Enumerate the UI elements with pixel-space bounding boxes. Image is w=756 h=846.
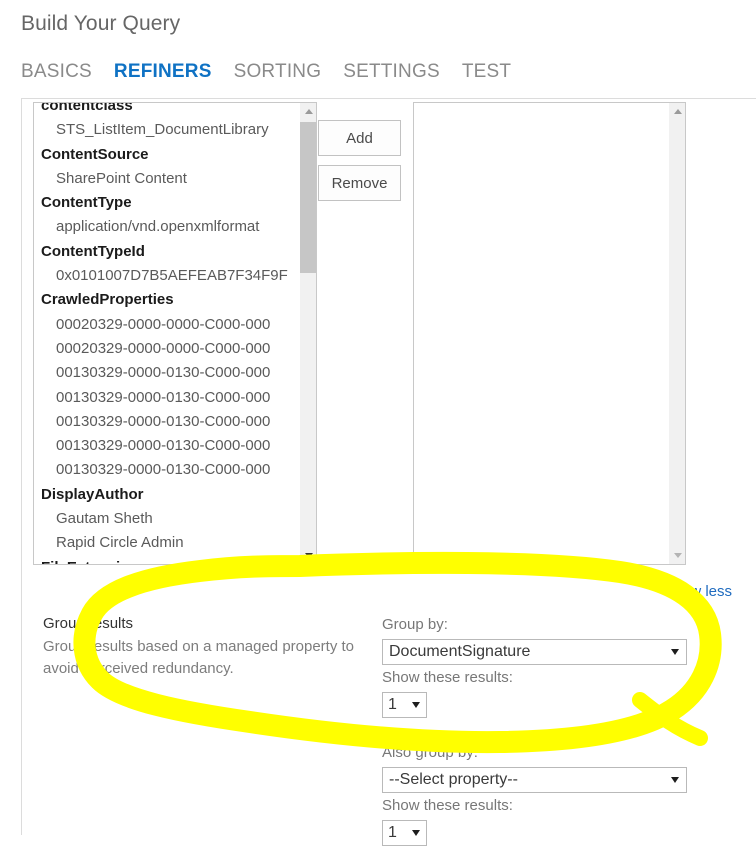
list-item[interactable]: ContentSource bbox=[34, 143, 299, 167]
list-item[interactable]: 00130329-0000-0130-C000-000 bbox=[34, 458, 299, 482]
selected-refiners-scrollport bbox=[414, 103, 668, 564]
list-item[interactable]: 00130329-0000-0130-C000-000 bbox=[34, 361, 299, 385]
list-item[interactable]: 0x0101007D7B5AEFEAB7F34F9F bbox=[34, 264, 299, 288]
list-item[interactable]: Gautam Sheth bbox=[34, 507, 299, 531]
selected-refiners-scrollbar[interactable] bbox=[668, 103, 685, 564]
group-results-description: Group results based on a managed propert… bbox=[43, 638, 355, 677]
scroll-down-arrow-icon[interactable] bbox=[300, 547, 316, 564]
show-results-select-value-secondary: 1 bbox=[388, 824, 397, 841]
list-item[interactable]: 00020329-0000-0000-C000-000 bbox=[34, 313, 299, 337]
tab-refiners[interactable]: REFINERS bbox=[114, 62, 212, 81]
list-item[interactable]: ContentType bbox=[34, 191, 299, 215]
available-refiners-scrollport: contentclass STS_ListItem_DocumentLibrary… bbox=[34, 103, 299, 564]
list-item[interactable]: CrawledProperties bbox=[34, 288, 299, 312]
primary-group-by-controls: Group by: DocumentSignature Show these r… bbox=[382, 615, 687, 718]
scroll-down-arrow-icon[interactable] bbox=[669, 547, 685, 564]
scroll-up-arrow-icon[interactable] bbox=[300, 103, 316, 120]
show-results-select[interactable]: 1 bbox=[382, 692, 427, 718]
show-results-select-value: 1 bbox=[388, 696, 397, 713]
group-by-label: Group by: bbox=[382, 616, 448, 633]
chevron-down-icon bbox=[671, 649, 679, 655]
tab-settings[interactable]: SETTINGS bbox=[343, 62, 440, 81]
chevron-down-icon bbox=[412, 702, 420, 708]
list-item[interactable]: 00130329-0000-0130-C000-000 bbox=[34, 434, 299, 458]
add-button[interactable]: Add bbox=[318, 120, 401, 156]
list-item[interactable]: STS_ListItem_DocumentLibrary bbox=[34, 118, 299, 142]
chevron-down-icon bbox=[412, 830, 420, 836]
show-less-link[interactable]: Show less bbox=[664, 583, 732, 600]
tab-bar: BASICS REFINERS SORTING SETTINGS TEST bbox=[21, 62, 511, 81]
list-item[interactable]: 00020329-0000-0000-C000-000 bbox=[34, 337, 299, 361]
list-item[interactable]: contentclass bbox=[34, 103, 299, 118]
list-item[interactable]: ContentTypeId bbox=[34, 240, 299, 264]
list-item[interactable]: DisplayAuthor bbox=[34, 483, 299, 507]
list-item[interactable]: 00130329-0000-0130-C000-000 bbox=[34, 386, 299, 410]
scroll-up-arrow-icon[interactable] bbox=[669, 103, 685, 120]
show-results-select-secondary[interactable]: 1 bbox=[382, 820, 427, 846]
selected-refiners-listbox[interactable] bbox=[413, 102, 686, 565]
chevron-down-icon bbox=[671, 777, 679, 783]
query-builder-panel: contentclass STS_ListItem_DocumentLibrary… bbox=[21, 98, 756, 846]
also-group-by-select[interactable]: --Select property-- bbox=[382, 767, 687, 793]
remove-button[interactable]: Remove bbox=[318, 165, 401, 201]
group-results-heading: Group results bbox=[43, 615, 134, 632]
available-refiners-scrollbar[interactable] bbox=[299, 103, 316, 564]
secondary-group-by-controls: Also group by: --Select property-- Show … bbox=[382, 743, 687, 846]
group-by-select[interactable]: DocumentSignature bbox=[382, 639, 687, 665]
also-group-by-select-value: --Select property-- bbox=[389, 771, 518, 788]
list-item[interactable]: 00130329-0000-0130-C000-000 bbox=[34, 410, 299, 434]
tab-basics[interactable]: BASICS bbox=[21, 62, 92, 81]
available-refiners-items: contentclass STS_ListItem_DocumentLibrary… bbox=[34, 103, 299, 564]
group-by-select-value: DocumentSignature bbox=[389, 643, 531, 660]
scrollbar-thumb[interactable] bbox=[300, 122, 316, 273]
list-item[interactable]: SharePoint Content bbox=[34, 167, 299, 191]
tab-sorting[interactable]: SORTING bbox=[234, 62, 322, 81]
show-results-label: Show these results: bbox=[382, 669, 513, 686]
list-item[interactable]: application/vnd.openxmlformat bbox=[34, 215, 299, 239]
list-item[interactable]: Rapid Circle Admin bbox=[34, 531, 299, 555]
list-item[interactable]: FileExtension bbox=[34, 556, 299, 564]
tab-test[interactable]: TEST bbox=[462, 62, 511, 81]
also-group-by-label: Also group by: bbox=[382, 744, 478, 761]
available-refiners-listbox[interactable]: contentclass STS_ListItem_DocumentLibrary… bbox=[33, 102, 317, 565]
page-title: Build Your Query bbox=[21, 12, 181, 35]
show-results-label-secondary: Show these results: bbox=[382, 797, 513, 814]
